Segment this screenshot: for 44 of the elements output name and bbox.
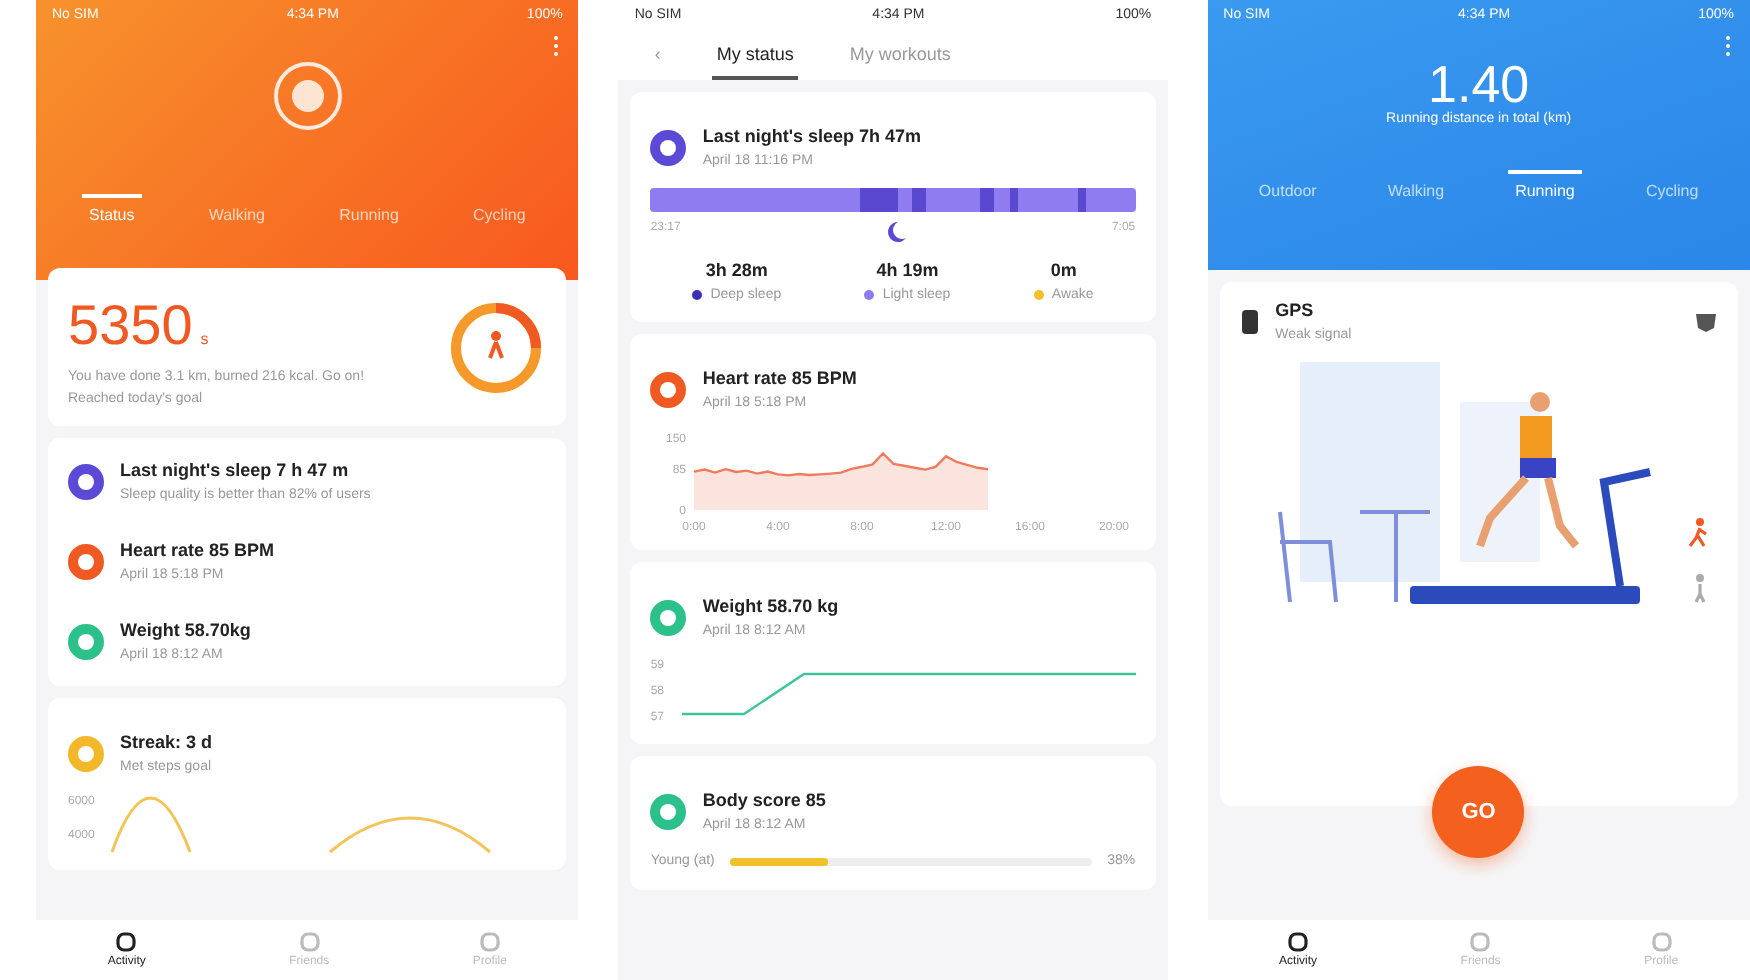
- step-unit: s: [200, 328, 209, 352]
- tab[interactable]: Walking: [200, 193, 273, 233]
- rounded-square-icon: [114, 930, 139, 954]
- item-title: Weight 58.70kg: [120, 618, 251, 644]
- tab[interactable]: Running: [331, 193, 407, 233]
- item-title: Heart rate 85 BPM: [120, 538, 275, 564]
- tab[interactable]: Status: [81, 193, 143, 233]
- tab[interactable]: Cycling: [465, 193, 534, 233]
- tab[interactable]: Outdoor: [1250, 170, 1325, 210]
- rounded-square-icon: [1649, 930, 1674, 954]
- category-icon: [650, 130, 687, 166]
- tab[interactable]: My status: [712, 33, 798, 80]
- phone-icon: [1239, 308, 1260, 336]
- steps-ring-icon: [446, 297, 547, 397]
- rounded-square-icon: [297, 930, 322, 954]
- moon-icon: [885, 220, 908, 242]
- category-icon: [650, 794, 687, 830]
- back-button[interactable]: ‹: [650, 33, 665, 80]
- category-icon: [650, 600, 687, 636]
- item-title: Weight 58.70 kg: [702, 594, 839, 620]
- stat-value: 0m: [1050, 258, 1077, 284]
- more-icon[interactable]: [550, 33, 563, 57]
- category-icon: [650, 372, 687, 408]
- item-title: Body score 85: [702, 788, 826, 814]
- tab[interactable]: Cycling: [1637, 170, 1707, 210]
- stat-value: 3h 28m: [705, 258, 768, 284]
- stat-value: 4h 19m: [876, 258, 939, 284]
- rounded-square-icon: [1468, 930, 1493, 954]
- rounded-square-icon: [1286, 930, 1311, 954]
- item-title: Last night's sleep 7 h 47 m: [120, 458, 351, 484]
- item-title: Heart rate 85 BPM: [702, 366, 857, 392]
- shirt-icon[interactable]: [1693, 310, 1718, 334]
- tab[interactable]: My workouts: [845, 33, 955, 80]
- ring-icon: [269, 57, 346, 133]
- item-title: GPS: [1275, 298, 1316, 324]
- step-count: 5350: [68, 292, 193, 360]
- item-title: Streak: 3 d: [120, 730, 213, 756]
- tab[interactable]: Running: [1507, 170, 1583, 210]
- item-title: Last night's sleep 7h 47m: [702, 124, 922, 150]
- tab[interactable]: Walking: [1379, 170, 1453, 210]
- rounded-square-icon: [477, 930, 502, 954]
- start-button[interactable]: GO: [1432, 766, 1525, 858]
- more-icon[interactable]: [1721, 33, 1734, 57]
- distance-value: 1.40: [1428, 57, 1530, 109]
